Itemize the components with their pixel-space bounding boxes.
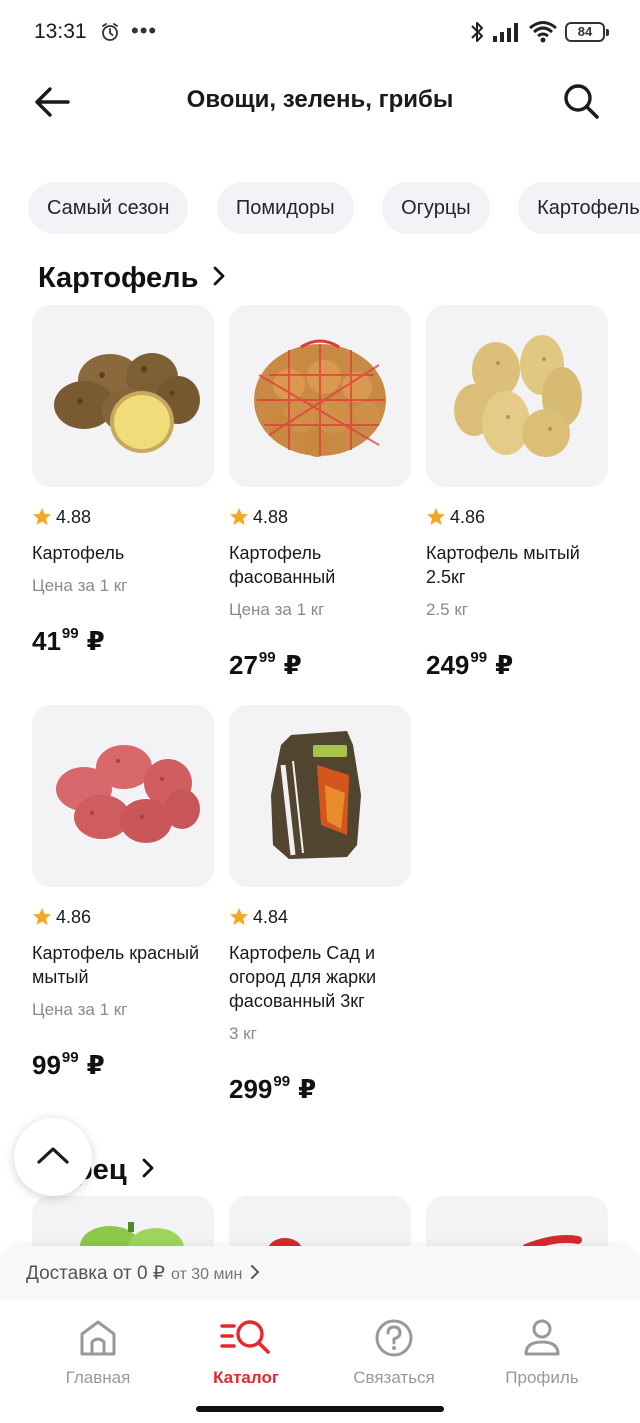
alarm-icon (102, 23, 118, 41)
catalog-search-icon (220, 1320, 270, 1354)
page-title: Овощи, зелень, грибы (186, 86, 454, 113)
star-icon (33, 908, 51, 925)
bottom-nav: Главная Каталог Связаться Профиль (0, 1300, 640, 1423)
category-chips: Самый сезон Помидоры Огурцы Картофель (28, 182, 640, 236)
product-name: Картофель (32, 543, 125, 563)
rating-value: 4.86 (56, 906, 92, 927)
product-price: 2799 ₽ (229, 649, 302, 680)
product-unit: 3 кг (229, 1024, 257, 1043)
nav-label: Каталог (213, 1368, 279, 1387)
product-price: 4199 ₽ (32, 625, 105, 656)
more-notifications-icon: ••• (131, 18, 158, 43)
product-price: 9999 ₽ (32, 1049, 105, 1080)
product-card[interactable]: 4.88 Картофель фасованный Цена за 1 кг 2… (229, 305, 411, 681)
product-card[interactable]: 4.84 Картофель Сад и огород для жарки фа… (229, 705, 411, 1105)
product-card[interactable]: 4.86 Картофель красный мытый Цена за 1 к… (32, 705, 214, 1081)
section-title-text: Картофель (38, 262, 199, 294)
chevron-up-icon (37, 1147, 69, 1164)
product-price: 29999 ₽ (229, 1073, 317, 1104)
rating-value: 4.88 (56, 506, 92, 527)
home-indicator[interactable] (196, 1406, 444, 1412)
profile-icon (524, 1319, 560, 1356)
delivery-text: Доставка от 0 ₽ от 30 мин (26, 1262, 260, 1285)
search-icon[interactable] (560, 80, 602, 122)
bluetooth-icon (471, 22, 483, 42)
chip-season[interactable]: Самый сезон (28, 182, 189, 234)
product-name: Картофель фасованный (229, 543, 336, 587)
product-image (426, 305, 608, 487)
delivery-banner[interactable]: Доставка от 0 ₽ от 30 мин (0, 1246, 640, 1300)
rating: 4.86 (426, 505, 608, 529)
product-unit: Цена за 1 кг (32, 1000, 128, 1019)
product-image (229, 305, 411, 487)
section-title-potatoes[interactable]: Картофель (38, 262, 226, 295)
nav-label: Профиль (505, 1368, 579, 1387)
product-name: Картофель Сад и огород для жарки фасован… (229, 943, 377, 1011)
nav-profile[interactable]: Профиль (477, 1316, 607, 1388)
chip-tomatoes[interactable]: Помидоры (216, 182, 354, 234)
star-icon (230, 508, 248, 525)
home-icon (80, 1320, 116, 1356)
nav-label: Главная (65, 1368, 131, 1387)
rating: 4.88 (32, 505, 214, 529)
product-unit: Цена за 1 кг (32, 576, 128, 595)
rating: 4.84 (229, 905, 411, 929)
help-icon (375, 1319, 413, 1357)
chip-potatoes[interactable]: Картофель (518, 182, 640, 234)
product-price: 24999 ₽ (426, 649, 514, 680)
star-icon (427, 508, 445, 525)
product-card[interactable]: 4.88 Картофель Цена за 1 кг 4199 ₽ (32, 305, 214, 657)
nav-home[interactable]: Главная (33, 1316, 163, 1388)
product-name: Картофель красный мытый (32, 943, 200, 987)
header: Овощи, зелень, грибы (0, 64, 640, 144)
status-time: 13:31 (34, 20, 87, 43)
chevron-right-icon (214, 266, 225, 286)
star-icon (230, 908, 248, 925)
product-card[interactable]: 4.86 Картофель мытый 2.5кг 2.5 кг 24999 ₽ (426, 305, 608, 681)
nav-contact[interactable]: Связаться (329, 1316, 459, 1388)
product-name: Картофель мытый 2.5кг (426, 543, 580, 587)
nav-label: Связаться (353, 1368, 435, 1387)
chevron-right-icon (251, 1265, 260, 1279)
signal-icon (493, 23, 518, 42)
nav-catalog[interactable]: Каталог (181, 1316, 311, 1388)
rating-value: 4.84 (253, 906, 289, 927)
wifi-icon (529, 21, 557, 43)
product-unit: Цена за 1 кг (229, 600, 325, 619)
rating-value: 4.86 (450, 506, 486, 527)
delivery-time: от 30 мин (170, 1266, 243, 1283)
status-bar: 13:31 ••• 84 (0, 0, 640, 64)
product-unit: 2.5 кг (426, 600, 468, 619)
rating: 4.88 (229, 505, 411, 529)
product-image (32, 705, 214, 887)
rating: 4.86 (32, 905, 214, 929)
chip-cucumbers[interactable]: Огурцы (382, 182, 490, 234)
scroll-top-button[interactable] (14, 1118, 92, 1196)
battery-icon: 84 (565, 22, 609, 42)
chevron-right-icon (142, 1158, 154, 1178)
star-icon (33, 508, 51, 525)
rating-value: 4.88 (253, 506, 289, 527)
product-image (229, 705, 411, 887)
product-image (32, 305, 214, 487)
